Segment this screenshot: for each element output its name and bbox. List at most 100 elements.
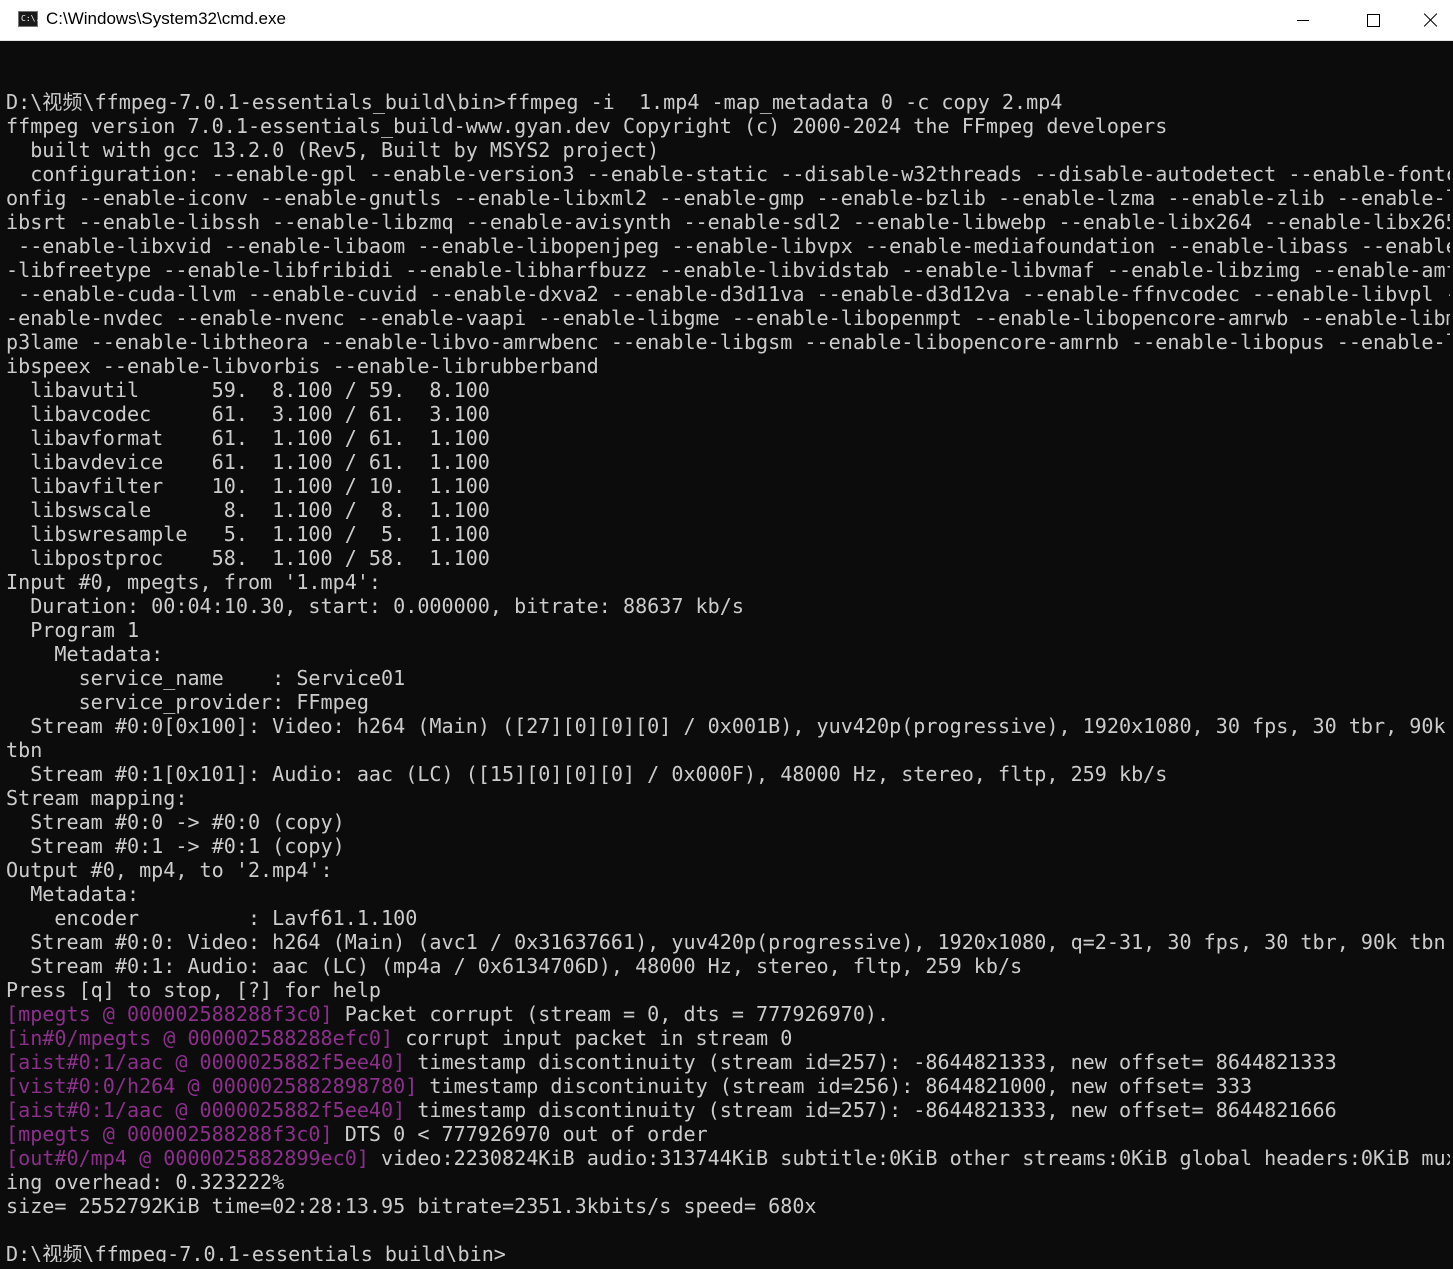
console-line-text: Stream #0:0 -> #0:0 (copy) [6,810,345,834]
app-icon-text: C:\. [21,14,41,23]
close-button[interactable] [1408,0,1453,40]
console-line-text: libavfilter 10. 1.100 / 10. 1.100 [6,474,490,498]
console-line: [in#0/mpegts @ 000002588288efc0] corrupt… [6,1026,1450,1050]
console-line: [mpegts @ 000002588288f3c0] Packet corru… [6,1002,1450,1026]
console-line: -libfreetype --enable-libfribidi --enabl… [6,258,1450,282]
console-line-text: -libfreetype --enable-libfribidi --enabl… [6,258,1450,282]
console-line: Output #0, mp4, to '2.mp4': [6,858,1450,882]
console-line-text: Packet corrupt (stream = 0, dts = 777926… [332,1002,890,1026]
console-line-text: libswscale 8. 1.100 / 8. 1.100 [6,498,490,522]
console-line-text: p3lame --enable-libtheora --enable-libvo… [6,330,1450,354]
console-line-text: libavdevice 61. 1.100 / 61. 1.100 [6,450,490,474]
console-line-text: Metadata: [6,642,164,666]
log-source-tag: [mpegts @ 000002588288f3c0] [6,1122,333,1146]
console-line: encoder : Lavf61.1.100 [6,906,1450,930]
console-line: Duration: 00:04:10.30, start: 0.000000, … [6,594,1450,618]
console-line-text: Stream #0:0: Video: h264 (Main) (avc1 / … [6,930,1446,954]
console-line-text: Output #0, mp4, to '2.mp4': [6,858,333,882]
console-line: Input #0, mpegts, from '1.mp4': [6,570,1450,594]
console-line: Stream #0:0[0x100]: Video: h264 (Main) (… [6,714,1450,738]
console-line-text: Press [q] to stop, [?] for help [6,978,382,1002]
console-line-text: D:\视频\ffmpeg-7.0.1-essentials_build\bin>… [6,90,1063,114]
console-line: size= 2552792KiB time=02:28:13.95 bitrat… [6,1194,1450,1218]
console-line-text: Metadata: [6,882,140,906]
console-line-text: Stream #0:1: Audio: aac (LC) (mp4a / 0x6… [6,954,1023,978]
console-line-text: ing overhead: 0.323222% [6,1170,285,1194]
console-line-text: ffmpeg version 7.0.1-essentials_build-ww… [6,114,1168,138]
console-line: Stream #0:1[0x101]: Audio: aac (LC) ([15… [6,762,1450,786]
console-line: ibspeex --enable-libvorbis --enable-libr… [6,354,1450,378]
log-source-tag: [aist#0:1/aac @ 0000025882f5ee40] [6,1098,406,1122]
console-line: libswscale 8. 1.100 / 8. 1.100 [6,498,1450,522]
console-line-text: --enable-cuda-llvm --enable-cuvid --enab… [6,282,1450,306]
console-line: Program 1 [6,618,1450,642]
console-line-text: libavutil 59. 8.100 / 59. 8.100 [6,378,490,402]
console-line-text: size= 2552792KiB time=02:28:13.95 bitrat… [6,1194,817,1218]
console-line: libavfilter 10. 1.100 / 10. 1.100 [6,474,1450,498]
console-line-text: built with gcc 13.2.0 (Rev5, Built by MS… [6,138,660,162]
log-source-tag: [out#0/mp4 @ 0000025882899ec0] [6,1146,369,1170]
close-icon [1424,13,1438,27]
log-source-tag: [in#0/mpegts @ 000002588288efc0] [6,1026,394,1050]
console-line-text: ibsrt --enable-libssh --enable-libzmq --… [6,210,1450,234]
console-line-text: -enable-nvdec --enable-nvenc --enable-va… [6,306,1450,330]
window-title: C:\Windows\System32\cmd.exe [46,9,286,28]
console-line: service_name : Service01 [6,666,1450,690]
console-line-text: Input #0, mpegts, from '1.mp4': [6,570,382,594]
console-line: ffmpeg version 7.0.1-essentials_build-ww… [6,114,1450,138]
console-line: D:\视频\ffmpeg-7.0.1-essentials_build\bin>… [6,90,1450,114]
console-line-text: timestamp discontinuity (stream id=257):… [405,1050,1337,1074]
log-source-tag: [vist#0:0/h264 @ 0000025882898780] [6,1074,418,1098]
console-line-text: Stream #0:1 -> #0:1 (copy) [6,834,345,858]
console-line-text: timestamp discontinuity (stream id=256):… [417,1074,1253,1098]
console-line: [out#0/mp4 @ 0000025882899ec0] video:223… [6,1146,1450,1170]
title-bar[interactable]: C:\. C:\Windows\System32\cmd.exe [0,0,1453,41]
maximize-icon [1366,13,1380,27]
console-line-text: libavcodec 61. 3.100 / 61. 3.100 [6,402,490,426]
minimize-button[interactable] [1268,0,1338,40]
log-source-tag: [aist#0:1/aac @ 0000025882f5ee40] [6,1050,406,1074]
console-line-text: --enable-libxvid --enable-libaom --enabl… [6,234,1450,258]
console-line: D:\视频\ffmpeg-7.0.1-essentials_build\bin> [6,1242,1450,1262]
console-line: libavutil 59. 8.100 / 59. 8.100 [6,378,1450,402]
console-line: built with gcc 13.2.0 (Rev5, Built by MS… [6,138,1450,162]
console-line-text: onfig --enable-iconv --enable-gnutls --e… [6,186,1450,210]
cmd-app-icon[interactable]: C:\. [18,11,41,27]
console-output[interactable]: D:\视频\ffmpeg-7.0.1-essentials_build\bin>… [6,66,1450,1262]
console-line: [mpegts @ 000002588288f3c0] DTS 0 < 7779… [6,1122,1450,1146]
console-line: libavcodec 61. 3.100 / 61. 3.100 [6,402,1450,426]
console-line: Stream #0:0 -> #0:0 (copy) [6,810,1450,834]
console-line: --enable-libxvid --enable-libaom --enabl… [6,234,1450,258]
console-line-text: ibspeex --enable-libvorbis --enable-libr… [6,354,599,378]
console-line: ibsrt --enable-libssh --enable-libzmq --… [6,210,1450,234]
console-line: Stream mapping: [6,786,1450,810]
console-line-text: Stream #0:0[0x100]: Video: h264 (Main) (… [6,714,1446,738]
console-line-text: libpostproc 58. 1.100 / 58. 1.100 [6,546,490,570]
console-line: [aist#0:1/aac @ 0000025882f5ee40] timest… [6,1098,1450,1122]
console-line: Stream #0:1 -> #0:1 (copy) [6,834,1450,858]
console-line: p3lame --enable-libtheora --enable-libvo… [6,330,1450,354]
window-left-edge [0,41,5,1269]
minimize-icon [1297,19,1309,21]
console-line-text: Program 1 [6,618,140,642]
console-line: libswresample 5. 1.100 / 5. 1.100 [6,522,1450,546]
console-line-text: DTS 0 < 777926970 out of order [332,1122,708,1146]
console-line: Metadata: [6,642,1450,666]
console-line: --enable-cuda-llvm --enable-cuvid --enab… [6,282,1450,306]
console-line: Stream #0:1: Audio: aac (LC) (mp4a / 0x6… [6,954,1450,978]
log-source-tag: [mpegts @ 000002588288f3c0] [6,1002,333,1026]
maximize-button[interactable] [1338,0,1408,40]
console-line: libpostproc 58. 1.100 / 58. 1.100 [6,546,1450,570]
console-line: [vist#0:0/h264 @ 0000025882898780] times… [6,1074,1450,1098]
console-line-text: service_provider: FFmpeg [6,690,369,714]
console-line: Press [q] to stop, [?] for help [6,978,1450,1002]
console-line-text: Duration: 00:04:10.30, start: 0.000000, … [6,594,744,618]
console-line-text: configuration: --enable-gpl --enable-ver… [6,162,1450,186]
console-line-text: encoder : Lavf61.1.100 [6,906,418,930]
console-line-text: corrupt input packet in stream 0 [393,1026,793,1050]
console-line-text: timestamp discontinuity (stream id=257):… [405,1098,1337,1122]
console-line: libavformat 61. 1.100 / 61. 1.100 [6,426,1450,450]
console-line: tbn [6,738,1450,762]
console-line-text: video:2230824KiB audio:313744KiB subtitl… [368,1146,1450,1170]
